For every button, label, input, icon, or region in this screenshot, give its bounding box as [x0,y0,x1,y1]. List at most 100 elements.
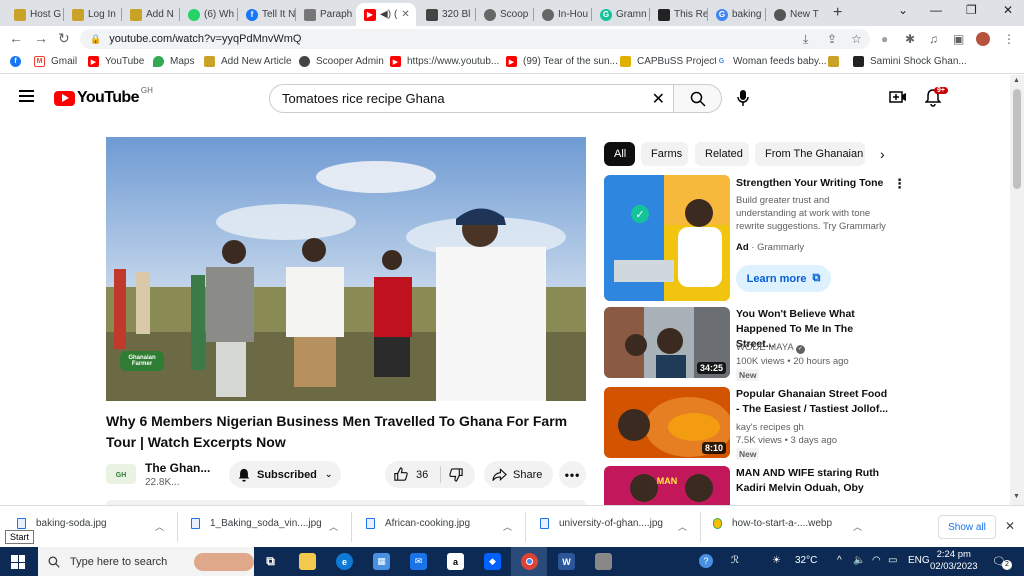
share-page-icon[interactable]: ⇪ [827,32,837,46]
dropbox-icon[interactable]: ◆ [484,553,501,570]
tab-baking[interactable]: Gbaking [708,3,766,26]
scroll-up-arrow[interactable]: ▲ [1013,77,1020,84]
chevron-up-icon[interactable]: ︿ [853,520,862,533]
system-clock[interactable]: 2:24 pm 02/03/2023 [930,549,978,573]
download-item[interactable]: African-cooking.jpg [366,518,470,529]
ad-title[interactable]: Strengthen Your Writing Tone [736,176,891,191]
media-control-icon[interactable]: ♫ [929,32,938,46]
tab-this-re[interactable]: This Re [650,3,708,26]
tab-whatsapp[interactable]: (6) Wh [180,3,238,26]
tab-paraphrase[interactable]: Paraph [296,3,354,26]
chip-all[interactable]: All [604,142,635,166]
close-window-button[interactable]: ✕ [1003,3,1013,17]
bookmark-woman-feeds-baby[interactable]: G Woman feeds baby... [716,56,827,67]
bookmark-scooper-admin[interactable]: Scooper Admin [299,56,384,67]
tab-inhouse[interactable]: In-Hou [534,3,592,26]
search-input[interactable]: Tomatoes rice recipe Ghana ✕ [269,84,674,113]
grammarly-extension-icon[interactable]: ● [881,32,888,46]
volume-icon[interactable]: 🔈 [853,555,865,566]
channel-avatar[interactable]: GH [106,462,136,486]
scrollbar-thumb[interactable] [1013,89,1021,189]
tab-add-new[interactable]: Add N [122,3,180,26]
create-video-icon[interactable] [889,90,907,107]
channel-name[interactable]: kay's recipes gh [736,421,804,434]
share-button[interactable]: Share [484,461,553,488]
download-item[interactable]: baking-soda.jpg [17,518,107,529]
show-hidden-icons[interactable]: ^ [837,555,842,566]
chevron-up-icon[interactable]: ︿ [678,520,687,533]
chevron-right-icon[interactable]: › [880,146,885,162]
bookmark-youtube-link[interactable]: ▶ https://www.youtub... [390,56,499,67]
tab-new-tab[interactable]: New T ✕ [766,3,824,26]
wifi-icon[interactable]: ◠ [872,555,881,566]
reload-button[interactable]: ↻ [58,30,70,47]
tab-youtube-active[interactable]: ▶ ◀)(✕ [356,3,416,26]
tab-host[interactable]: Host G [6,3,64,26]
bookmark-star-icon[interactable]: ☆ [851,32,862,46]
extensions-icon[interactable]: ✱ [905,32,915,46]
video-thumbnail[interactable]: 8:10 [604,387,730,458]
address-bar[interactable]: 🔒 youtube.com/watch?v=yyqPdMnvWmQ [80,29,870,49]
speaker-icon[interactable]: ◀) [380,9,391,20]
tab-grammarly[interactable]: G Gramn [592,3,650,26]
forward-button[interactable]: → [34,30,48,46]
tab-search-icon[interactable]: ⌄ [898,3,908,17]
battery-icon[interactable]: ▭ [888,555,897,566]
video-player[interactable]: Ghanaian Farmer [106,137,586,401]
chip-farms[interactable]: Farms [641,142,688,166]
youtube-logo[interactable]: YouTube GH [54,86,153,107]
install-icon[interactable]: ⤓ [803,32,808,47]
windows-start-icon[interactable] [11,555,25,569]
chevron-up-icon[interactable]: ︿ [329,520,338,533]
facebook-bookmark[interactable]: f [10,56,27,67]
video-thumbnail[interactable]: MAN [604,466,730,505]
weather-icon[interactable]: ☀ [772,555,781,566]
voice-search-icon[interactable] [737,89,749,110]
download-item[interactable]: how-to-start-a-....webp [713,518,832,529]
show-all-downloads-button[interactable]: Show all [938,515,996,539]
chip-related[interactable]: Related [695,142,749,166]
subscribed-button[interactable]: Subscribed ⌄ [229,461,341,488]
dislike-button[interactable] [441,467,464,482]
chrome-menu-icon[interactable]: ⋮ [1003,32,1015,46]
back-button[interactable]: ← [9,30,23,46]
restore-button[interactable]: ❐ [966,3,977,17]
minimize-button[interactable]: — [930,3,942,17]
close-downloads-icon[interactable]: ✕ [1005,519,1015,533]
bookmark-youtube[interactable]: ▶ YouTube [88,56,144,67]
more-vertical-icon[interactable]: ⋮ [893,176,906,192]
ad-thumbnail[interactable]: ✓ [604,175,730,301]
app-icon[interactable] [595,553,612,570]
tab-login[interactable]: Log In [64,3,122,26]
like-button[interactable]: 36 [385,466,441,483]
page-scrollbar[interactable]: ▲ ▼ [1010,75,1024,505]
video-title[interactable]: Popular Ghanaian Street Food - The Easie… [736,387,891,417]
close-tab-icon[interactable]: ✕ [823,9,824,20]
file-explorer-icon[interactable] [299,553,316,570]
meet-now-icon[interactable]: ℛ [731,555,739,566]
bookmark-gmail[interactable]: M Gmail [34,56,77,67]
more-actions-button[interactable]: ••• [559,461,586,488]
channel-name[interactable]: The Ghan... [145,461,210,475]
scroll-down-arrow[interactable]: ▼ [1013,493,1020,500]
learn-more-button[interactable]: Learn more ⧉ [736,265,831,292]
channel-name[interactable]: WODE MAYA ✓ [736,341,805,354]
bookmark-maps[interactable]: Maps [153,56,194,67]
mail-icon[interactable]: ✉ [410,553,427,570]
tab-scooper[interactable]: Scoop [476,3,534,26]
chip-from-channel[interactable]: From The Ghanaian F [755,142,865,166]
bookmark-samini[interactable]: Samini Shock Ghan... [853,56,967,67]
edge-icon[interactable]: e [336,553,353,570]
bookmark-tear-of-the-sun[interactable]: ▶ (99) Tear of the sun... [506,56,618,67]
language-indicator[interactable]: ENG [908,555,930,566]
chevron-up-icon[interactable]: ︿ [503,520,512,533]
close-tab-icon[interactable]: ✕ [401,9,409,20]
bookmark-capbuss[interactable]: CAPBuSS Project [620,56,717,67]
menu-icon[interactable] [19,90,34,102]
task-view-icon[interactable]: ⧉ [262,553,279,570]
temperature[interactable]: 32°C [795,555,817,566]
tab-320[interactable]: 320 Bl [418,3,476,26]
profile-avatar[interactable] [976,32,990,46]
download-item[interactable]: university-of-ghan....jpg [540,518,663,529]
tab-facebook[interactable]: f Tell It N [238,3,296,26]
